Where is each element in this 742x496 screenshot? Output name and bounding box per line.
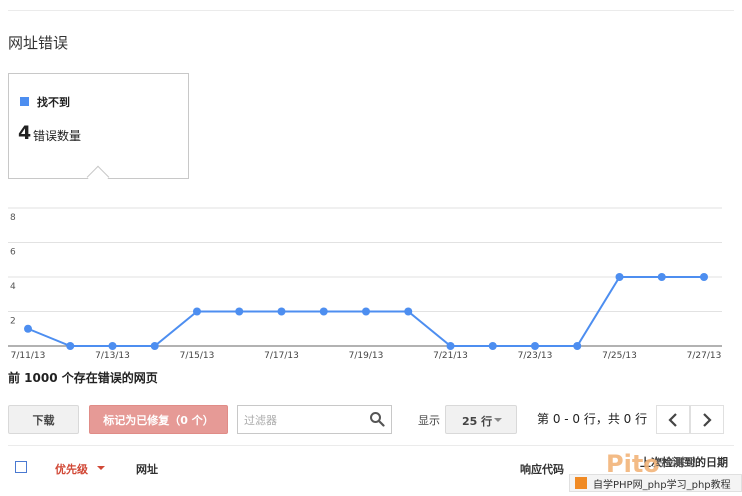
- legend-swatch: [20, 97, 29, 106]
- data-point: [66, 342, 75, 350]
- data-point: [531, 342, 539, 350]
- search-icon[interactable]: [369, 411, 385, 427]
- filter-box[interactable]: [237, 405, 392, 434]
- mark-fixed-button[interactable]: 标记为已修复（0 个）: [89, 405, 228, 434]
- data-point: [657, 273, 666, 281]
- y-tick-label: 4: [10, 282, 16, 292]
- error-chart: 2 4 6 8 7/11/13 7/13/13 7/15/13 7/17/13 7/19/13 7…: [8, 207, 722, 361]
- watermark-logo: Pito 经验联盟: [606, 450, 696, 476]
- pagination-text: 第 0 - 0 行，共 0 行: [537, 412, 648, 426]
- error-count: 4: [18, 122, 32, 144]
- y-tick-label: 2: [10, 317, 16, 327]
- chevron-left-icon: [668, 412, 677, 427]
- error-count-label: 错误数量: [33, 129, 82, 143]
- x-tick-label: 7/23/13: [518, 351, 553, 361]
- data-point: [319, 307, 328, 316]
- x-tick-label: 7/15/13: [180, 351, 215, 361]
- y-tick-label: 6: [10, 248, 16, 258]
- data-point: [446, 342, 455, 350]
- sort-desc-icon[interactable]: [97, 466, 105, 470]
- previous-page-button[interactable]: [656, 405, 690, 434]
- table-header-divider: [8, 445, 734, 446]
- data-point: [193, 307, 201, 316]
- data-point: [404, 307, 413, 316]
- svg-text:经验联盟: 经验联盟: [656, 456, 696, 469]
- data-point: [573, 342, 582, 350]
- rows-per-page-value: 25 行: [462, 415, 493, 428]
- data-point: [150, 342, 159, 350]
- x-tick-label: 7/17/13: [264, 351, 299, 361]
- column-header-url[interactable]: 网址: [136, 461, 158, 477]
- data-point: [615, 273, 624, 281]
- column-header-priority[interactable]: 优先级: [55, 461, 88, 477]
- x-tick-label: 7/11/13: [11, 351, 46, 361]
- watermark-text: 自学PHP网_php学习_php教程: [593, 479, 731, 491]
- svg-text:Pito: Pito: [606, 450, 660, 476]
- download-button[interactable]: 下载: [8, 405, 79, 434]
- page-title: 网址错误: [8, 34, 69, 52]
- data-point: [24, 324, 32, 333]
- x-tick-label: 7/13/13: [95, 351, 130, 361]
- summary-card[interactable]: 找不到 4 错误数量: [8, 73, 189, 179]
- watermark-icon: [575, 477, 587, 489]
- data-point: [277, 307, 286, 316]
- data-point: [108, 342, 117, 350]
- rows-per-page-select[interactable]: 25 行: [445, 405, 517, 434]
- data-point: [362, 307, 370, 316]
- data-point: [700, 273, 708, 281]
- filter-input[interactable]: [244, 412, 364, 428]
- legend-label-not-found: 找不到: [37, 96, 70, 109]
- show-label: 显示: [418, 414, 440, 427]
- x-tick-label: 7/21/13: [433, 351, 468, 361]
- data-point: [488, 342, 497, 350]
- next-page-button[interactable]: [690, 405, 724, 434]
- watermark-bar: 自学PHP网_php学习_php教程: [569, 474, 742, 492]
- data-point: [235, 307, 244, 316]
- column-header-response-code[interactable]: 响应代码: [520, 461, 564, 477]
- x-tick-label: 7/25/13: [602, 351, 637, 361]
- chevron-right-icon: [703, 412, 712, 427]
- y-tick-label: 8: [10, 213, 16, 223]
- chevron-down-icon: [494, 418, 502, 422]
- x-tick-label: 7/19/13: [349, 351, 384, 361]
- top-divider: [8, 10, 734, 11]
- table-title: 前 1000 个存在错误的网页: [8, 371, 158, 385]
- select-all-checkbox[interactable]: [15, 461, 27, 473]
- x-tick-label: 7/27/13: [687, 351, 722, 361]
